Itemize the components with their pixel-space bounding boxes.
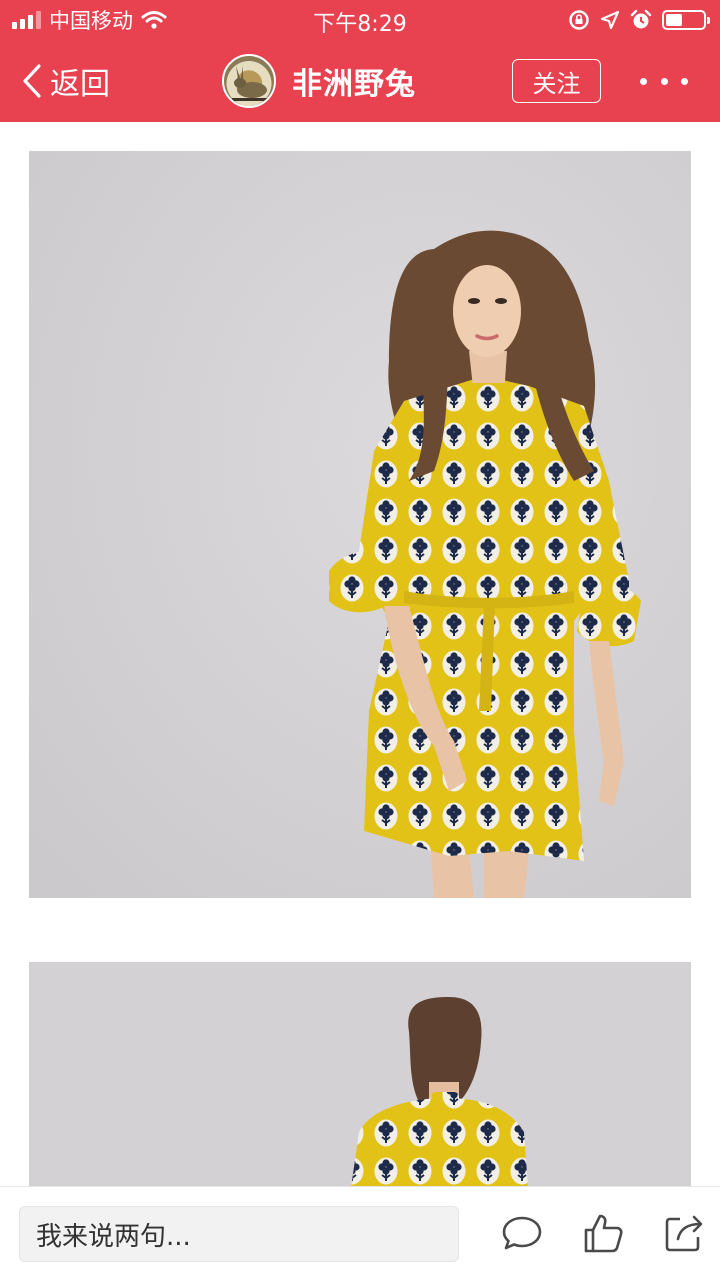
back-label: 返回: [50, 67, 110, 102]
alarm-icon: [630, 9, 652, 29]
follow-button[interactable]: 关注: [512, 59, 601, 103]
avatar[interactable]: [222, 54, 276, 108]
model-front-illustration: [29, 151, 691, 898]
comment-input[interactable]: 我来说两句...: [19, 1206, 459, 1262]
author-info[interactable]: 非洲野兔: [222, 54, 416, 108]
like-icon[interactable]: [581, 1211, 625, 1255]
location-icon: [600, 10, 620, 30]
status-right: [568, 6, 710, 34]
rabbit-icon: [232, 66, 270, 101]
rotation-lock-icon: [569, 10, 589, 30]
nav-bar: 返回 非洲野兔 关注: [0, 40, 720, 122]
model-photo-front[interactable]: [29, 151, 691, 898]
model-photo-back[interactable]: [29, 962, 691, 1186]
comment-icon[interactable]: [500, 1211, 544, 1255]
share-icon[interactable]: [662, 1211, 706, 1255]
chevron-left-icon: [23, 64, 41, 98]
battery-icon: [662, 10, 710, 30]
model-back-illustration: [29, 962, 691, 1186]
bottom-bar: 我来说两句...: [0, 1186, 720, 1280]
more-dots-icon[interactable]: [640, 66, 688, 96]
article-content[interactable]: [0, 122, 720, 1186]
back-button[interactable]: 返回: [20, 58, 110, 104]
status-bar: 中国移动 下午8:29: [0, 0, 720, 40]
author-name: 非洲野兔: [292, 67, 416, 102]
battery-fill: [666, 14, 683, 26]
